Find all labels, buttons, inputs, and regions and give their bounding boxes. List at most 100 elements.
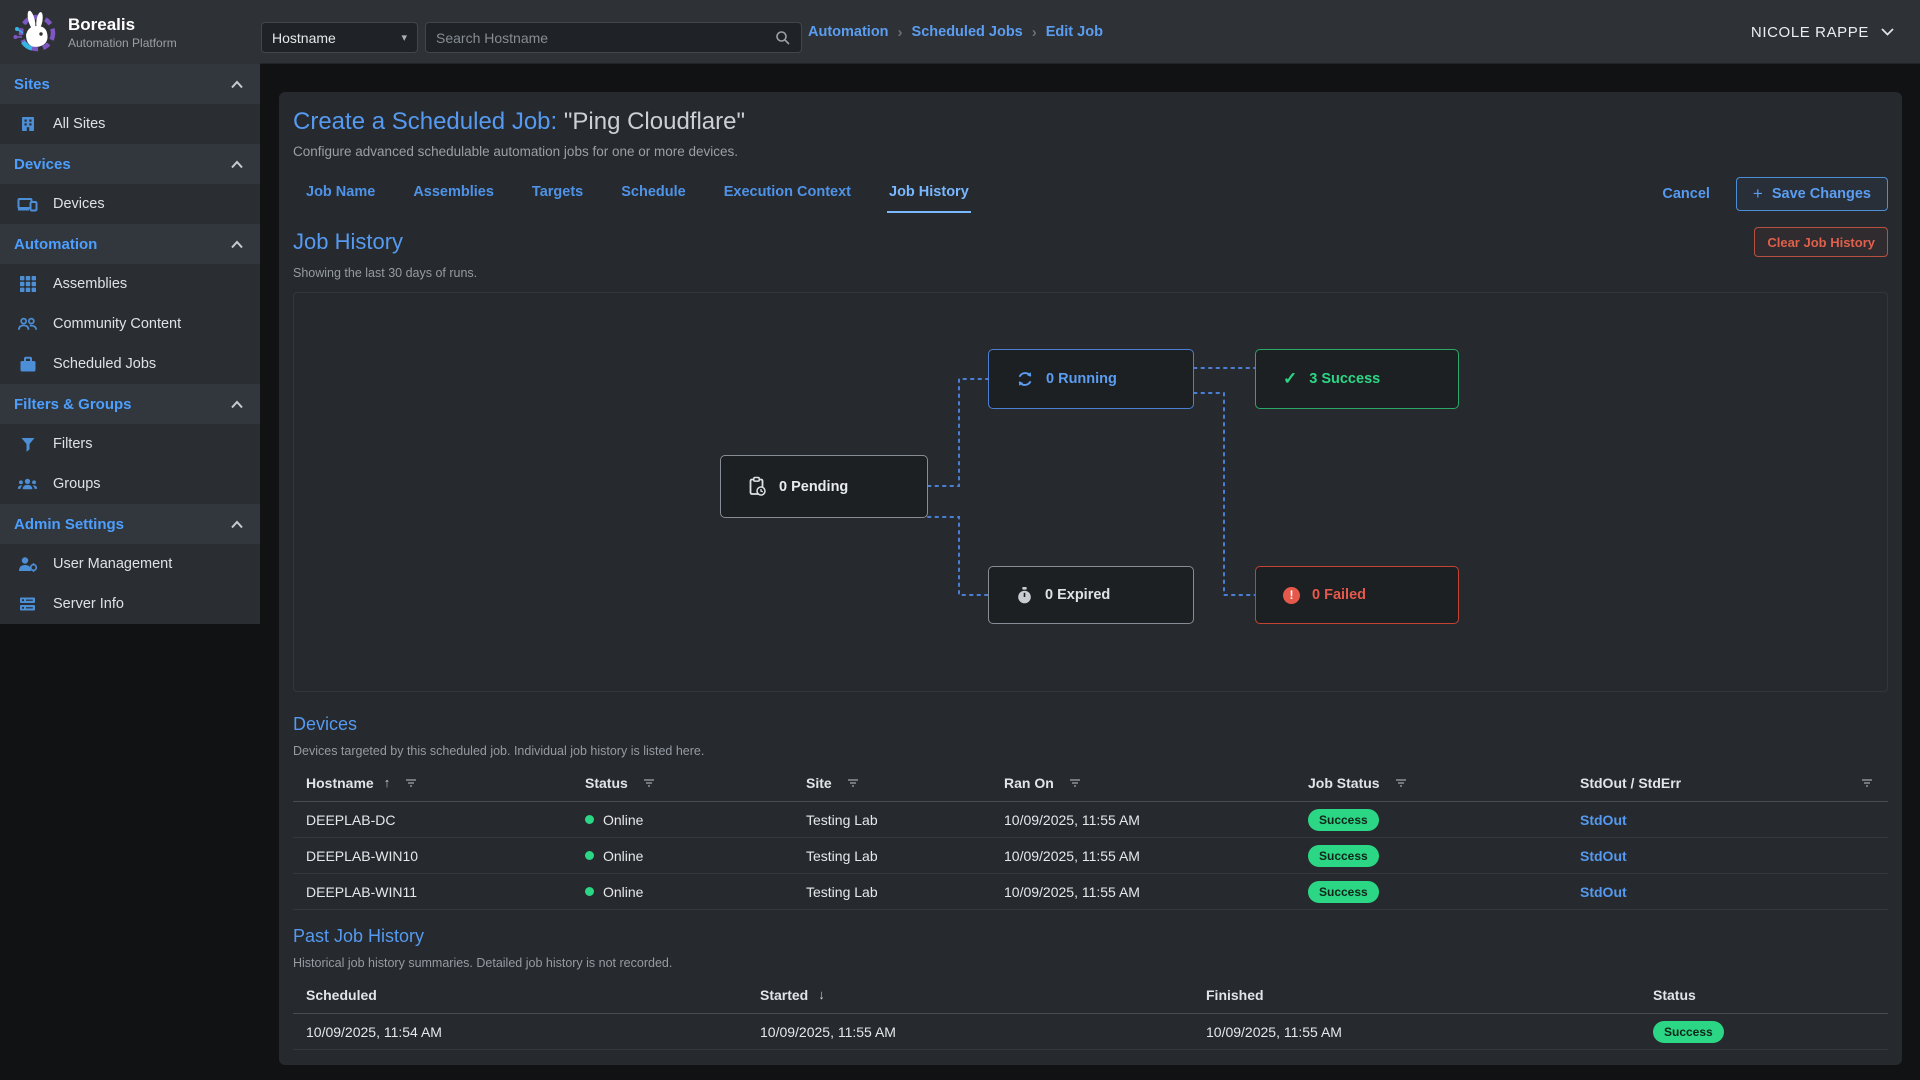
running-sync-icon bbox=[1016, 370, 1034, 388]
groups-icon bbox=[17, 474, 38, 495]
sidebar-section-admin-settings[interactable]: Admin Settings bbox=[0, 504, 260, 544]
sidebar-section-automation[interactable]: Automation bbox=[0, 224, 260, 264]
sidebar-item-all-sites[interactable]: All Sites bbox=[0, 104, 260, 144]
tab-job-name[interactable]: Job Name bbox=[304, 175, 377, 213]
brand-name: Borealis bbox=[68, 15, 177, 35]
flow-node-success[interactable]: ✓ 3 Success bbox=[1255, 349, 1459, 409]
device-row-deeplab-win10[interactable]: DEEPLAB-WIN10 Online Testing Lab 10/09/2… bbox=[293, 838, 1888, 874]
filter-funnel-icon bbox=[17, 434, 38, 455]
top-bar: Hostname ▾ Automation › Scheduled Jobs ›… bbox=[0, 0, 1920, 64]
sidebar-section-filters-groups[interactable]: Filters & Groups bbox=[0, 384, 260, 424]
cell-site: Testing Lab bbox=[806, 812, 1004, 828]
error-icon: ! bbox=[1283, 587, 1300, 604]
filter-icon[interactable] bbox=[846, 776, 860, 790]
sidebar-item-community-content[interactable]: Community Content bbox=[0, 304, 260, 344]
flow-node-label: 0 Expired bbox=[1045, 587, 1110, 603]
chevron-down-icon bbox=[1881, 28, 1894, 36]
hostname-filter-select[interactable]: Hostname ▾ bbox=[261, 22, 418, 53]
cell-ran-on: 10/09/2025, 11:55 AM bbox=[1004, 812, 1308, 828]
filter-icon[interactable] bbox=[642, 776, 656, 790]
chevron-right-icon: › bbox=[898, 24, 903, 41]
caret-down-icon: ▾ bbox=[401, 31, 407, 44]
expired-stopwatch-icon bbox=[1016, 586, 1033, 605]
sidebar-item-label: Scheduled Jobs bbox=[53, 356, 156, 372]
tab-execution-context[interactable]: Execution Context bbox=[722, 175, 853, 213]
sort-desc-icon[interactable]: ↓ bbox=[818, 987, 825, 1002]
devices-heading: Devices bbox=[293, 714, 1888, 735]
chevron-up-icon bbox=[230, 240, 244, 249]
col-scheduled: Scheduled bbox=[306, 987, 377, 1003]
save-changes-button[interactable]: + Save Changes bbox=[1736, 177, 1888, 211]
stdout-link[interactable]: StdOut bbox=[1580, 884, 1627, 900]
col-status: Status bbox=[585, 775, 628, 791]
tab-assemblies[interactable]: Assemblies bbox=[411, 175, 496, 213]
past-history-row[interactable]: 10/09/2025, 11:54 AM 10/09/2025, 11:55 A… bbox=[293, 1014, 1888, 1050]
col-started: Started bbox=[760, 987, 808, 1003]
sidebar-item-label: User Management bbox=[53, 556, 172, 572]
brand[interactable]: Borealis Automation Platform bbox=[0, 0, 260, 64]
tab-bar: Job Name Assemblies Targets Schedule Exe… bbox=[293, 175, 971, 213]
flow-node-running[interactable]: 0 Running bbox=[988, 349, 1194, 409]
status-badge: Success bbox=[1653, 1021, 1724, 1043]
job-history-heading: Job History bbox=[293, 229, 403, 255]
device-row-deeplab-win11[interactable]: DEEPLAB-WIN11 Online Testing Lab 10/09/2… bbox=[293, 874, 1888, 910]
sidebar-item-server-info[interactable]: Server Info bbox=[0, 584, 260, 624]
breadcrumb-scheduled-jobs[interactable]: Scheduled Jobs bbox=[912, 24, 1023, 40]
borealis-rabbit-logo-icon bbox=[10, 8, 58, 56]
flow-node-failed[interactable]: ! 0 Failed bbox=[1255, 566, 1459, 624]
flow-node-pending[interactable]: 0 Pending bbox=[720, 455, 928, 518]
stdout-link[interactable]: StdOut bbox=[1580, 812, 1627, 828]
check-icon: ✓ bbox=[1283, 369, 1297, 389]
sidebar-item-groups[interactable]: Groups bbox=[0, 464, 260, 504]
chevron-up-icon bbox=[230, 160, 244, 169]
sidebar-item-label: All Sites bbox=[53, 116, 105, 132]
filter-icon[interactable] bbox=[404, 776, 418, 790]
job-history-caption: Showing the last 30 days of runs. bbox=[293, 266, 1888, 280]
filter-icon[interactable] bbox=[1068, 776, 1082, 790]
devices-caption: Devices targeted by this scheduled job. … bbox=[293, 744, 1888, 758]
device-row-deeplab-dc[interactable]: DEEPLAB-DC Online Testing Lab 10/09/2025… bbox=[293, 802, 1888, 838]
sidebar-section-devices[interactable]: Devices bbox=[0, 144, 260, 184]
section-title: Automation bbox=[14, 236, 97, 253]
devices-icon bbox=[17, 194, 38, 215]
stdout-link[interactable]: StdOut bbox=[1580, 848, 1627, 864]
hostname-filter-value: Hostname bbox=[272, 30, 336, 46]
clear-job-history-button[interactable]: Clear Job History bbox=[1754, 227, 1888, 257]
sidebar-item-user-management[interactable]: User Management bbox=[0, 544, 260, 584]
breadcrumb: Automation › Scheduled Jobs › Edit Job bbox=[808, 0, 1103, 64]
chevron-up-icon bbox=[230, 400, 244, 409]
search-input[interactable] bbox=[436, 30, 775, 46]
filter-icon[interactable] bbox=[1860, 776, 1874, 790]
plus-icon: + bbox=[1753, 184, 1763, 204]
sidebar-item-assemblies[interactable]: Assemblies bbox=[0, 264, 260, 304]
flow-node-label: 0 Running bbox=[1046, 371, 1117, 387]
section-title: Sites bbox=[14, 76, 50, 93]
flow-node-expired[interactable]: 0 Expired bbox=[988, 566, 1194, 624]
cell-hostname: DEEPLAB-WIN11 bbox=[306, 884, 585, 900]
sidebar-item-filters[interactable]: Filters bbox=[0, 424, 260, 464]
status-badge: Success bbox=[1308, 845, 1379, 867]
user-menu[interactable]: NICOLE RAPPE bbox=[1751, 0, 1894, 64]
sort-asc-icon[interactable]: ↑ bbox=[384, 775, 391, 790]
search-icon[interactable] bbox=[775, 30, 791, 46]
col-ran-on: Ran On bbox=[1004, 775, 1054, 791]
cell-ran-on: 10/09/2025, 11:55 AM bbox=[1004, 884, 1308, 900]
sidebar-item-label: Assemblies bbox=[53, 276, 127, 292]
tab-schedule[interactable]: Schedule bbox=[619, 175, 687, 213]
sidebar-item-scheduled-jobs[interactable]: Scheduled Jobs bbox=[0, 344, 260, 384]
search-box[interactable] bbox=[425, 22, 802, 53]
cancel-button[interactable]: Cancel bbox=[1662, 186, 1710, 202]
breadcrumb-automation[interactable]: Automation bbox=[808, 24, 889, 40]
cell-hostname: DEEPLAB-DC bbox=[306, 812, 585, 828]
sidebar-item-label: Devices bbox=[53, 196, 105, 212]
col-hostname: Hostname bbox=[306, 775, 374, 791]
community-icon bbox=[17, 314, 38, 335]
col-job-status: Job Status bbox=[1308, 775, 1380, 791]
breadcrumb-edit-job[interactable]: Edit Job bbox=[1046, 24, 1103, 40]
editor-actions: Cancel + Save Changes bbox=[1662, 177, 1888, 211]
tab-targets[interactable]: Targets bbox=[530, 175, 585, 213]
filter-icon[interactable] bbox=[1394, 776, 1408, 790]
tab-job-history[interactable]: Job History bbox=[887, 175, 971, 213]
sidebar-item-devices[interactable]: Devices bbox=[0, 184, 260, 224]
sidebar-section-sites[interactable]: Sites bbox=[0, 64, 260, 104]
